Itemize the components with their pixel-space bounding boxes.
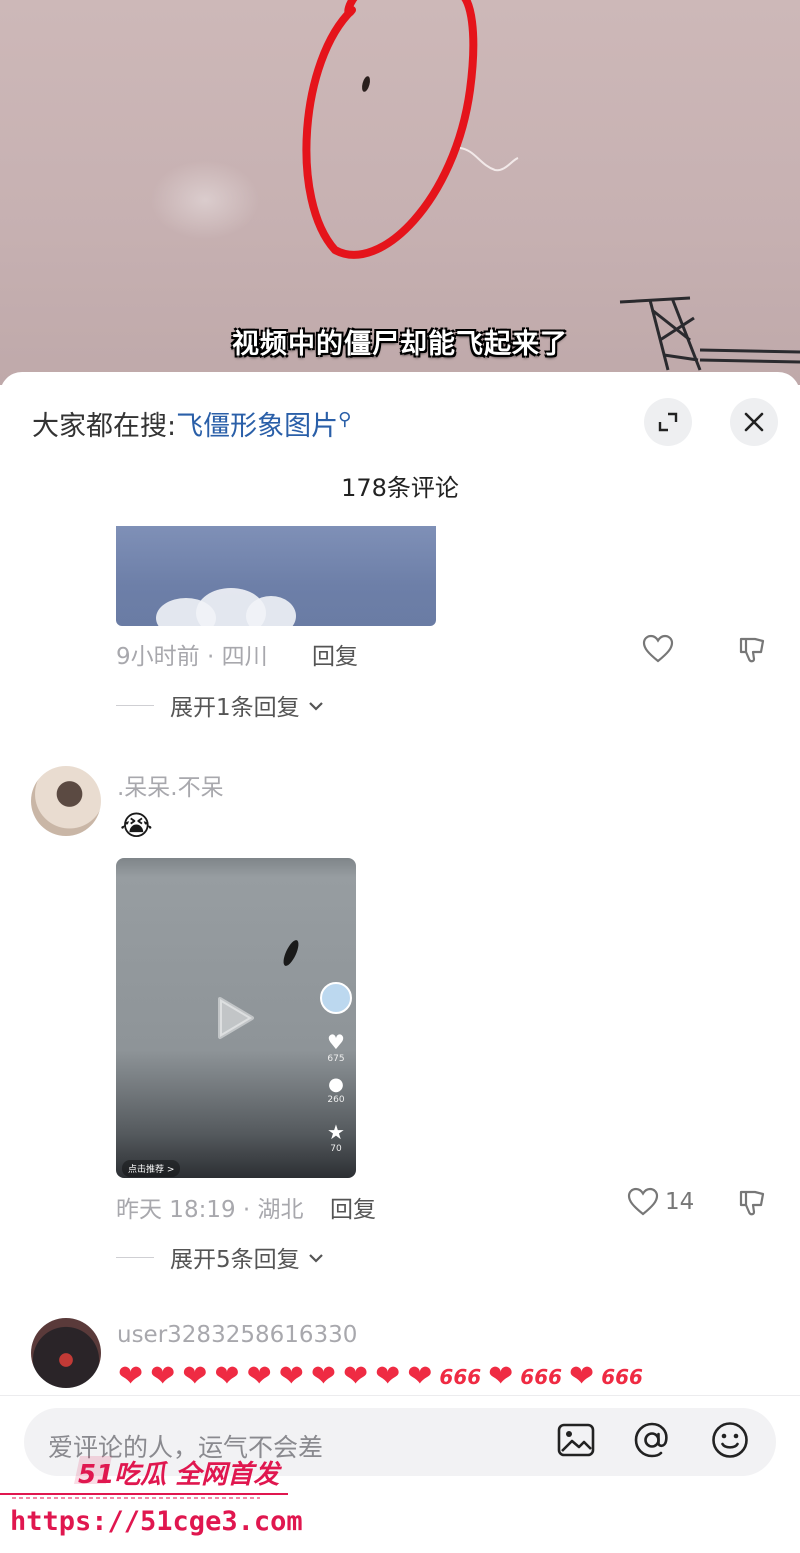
expand-icon xyxy=(658,412,678,432)
heart-emoji-icon: ❤ xyxy=(182,1359,208,1394)
crying-laugh-emoji: 😭 xyxy=(120,809,153,842)
comment-meta: 9小时前 · 四川 xyxy=(116,644,268,670)
emoji-666: 666 xyxy=(601,1365,643,1389)
divider-line xyxy=(116,1256,154,1258)
chevron-down-icon xyxy=(308,692,324,718)
recommend-label: 点击推荐 > xyxy=(122,1160,181,1177)
heart-emoji-icon: ❤ xyxy=(488,1359,514,1394)
close-icon xyxy=(744,412,764,432)
search-keyword-link[interactable]: 飞僵形象图片 xyxy=(176,411,338,442)
flying-object xyxy=(362,76,370,92)
white-thread xyxy=(459,147,519,172)
image-icon xyxy=(557,1423,595,1457)
comment-content: ❤ ❤ ❤ ❤ ❤ ❤ ❤ ❤ ❤ ❤ 666 ❤ 666 ❤ 666 xyxy=(118,1362,643,1392)
avatar[interactable] xyxy=(31,766,101,836)
emoji-666: 666 xyxy=(439,1365,482,1389)
mention-button[interactable] xyxy=(632,1420,672,1464)
heart-emoji-icon: ❤ xyxy=(278,1359,304,1394)
watermark: 51吃瓜 全网首发 https://51cge3.com xyxy=(0,1450,303,1553)
search-icon: ⚲ xyxy=(338,409,352,430)
heart-outline-icon xyxy=(627,1187,659,1216)
reply-button[interactable]: 回复 xyxy=(312,637,358,671)
expand-replies-button[interactable]: 展开1条回复 xyxy=(116,688,324,722)
thumb-down-icon xyxy=(739,637,765,663)
like-count: 14 xyxy=(665,1189,695,1215)
comment-username[interactable]: .呆呆.不呆 xyxy=(117,768,224,802)
avatar[interactable] xyxy=(31,1318,101,1388)
comment-image[interactable] xyxy=(116,526,436,626)
expand-replies-button[interactable]: 展开5条回复 xyxy=(116,1240,324,1274)
comment-video-thumbnail[interactable]: ♥ 675 ● 260 ★ 70 点击推荐 > xyxy=(116,858,356,1178)
emoji-button[interactable] xyxy=(710,1420,750,1464)
thumb-down-icon xyxy=(739,1190,765,1216)
watermark-url: https://51cge3.com xyxy=(10,1506,303,1537)
comment-bubble-icon: ● xyxy=(328,1074,344,1095)
heart-emoji-icon: ❤ xyxy=(246,1359,272,1394)
like-button[interactable]: 14 xyxy=(627,1187,694,1217)
comment-meta: 昨天 18:19 · 湖北 xyxy=(116,1197,304,1223)
chevron-down-icon xyxy=(308,1244,324,1270)
red-circle-mark xyxy=(302,0,478,259)
video-favorite-count: 70 xyxy=(330,1144,342,1154)
emoji-666: 666 xyxy=(520,1365,563,1389)
video-comment-stat: ● 260 xyxy=(318,1074,354,1105)
heart-emoji-icon: ❤ xyxy=(342,1359,369,1394)
heart-emoji-icon: ❤ xyxy=(375,1359,401,1394)
heart-emoji-icon: ❤ xyxy=(569,1359,595,1394)
comment-sheet: 大家都在搜:飞僵形象图片⚲ 178条评论 9小时前 · 四川 回复 展开1条回复 xyxy=(0,372,800,1553)
dislike-button[interactable] xyxy=(737,1188,767,1222)
expand-replies-label: 展开5条回复 xyxy=(170,1247,300,1273)
reply-button[interactable]: 回复 xyxy=(330,1190,376,1224)
video-player[interactable]: 视频中的僵尸却能飞起来了 xyxy=(0,0,800,385)
search-prefix: 大家都在搜: xyxy=(32,411,177,442)
star-icon: ★ xyxy=(327,1120,345,1144)
divider-line xyxy=(116,704,154,706)
heart-emoji-icon: ❤ xyxy=(310,1359,336,1394)
search-suggestion[interactable]: 大家都在搜:飞僵形象图片⚲ xyxy=(32,404,351,443)
video-like-count: 675 xyxy=(327,1054,345,1064)
video-like-stat: ♥ 675 xyxy=(318,1030,354,1064)
video-comment-count: 260 xyxy=(327,1095,345,1105)
comment-count-title: 178条评论 xyxy=(341,474,459,502)
heart-emoji-icon: ❤ xyxy=(407,1359,433,1394)
creator-avatar-icon xyxy=(318,982,354,1014)
close-button[interactable] xyxy=(730,398,778,446)
watermark-brand: 51吃瓜 全网首发 xyxy=(78,1460,280,1490)
image-picker-button[interactable] xyxy=(556,1420,596,1464)
like-button[interactable] xyxy=(642,634,674,664)
video-favorite-stat: ★ 70 xyxy=(318,1120,354,1154)
heart-emoji-icon: ❤ xyxy=(214,1359,240,1394)
play-icon xyxy=(218,997,254,1039)
heart-icon: ♥ xyxy=(327,1030,345,1054)
comment-username[interactable]: user3283258616330 xyxy=(117,1322,357,1348)
at-sign-icon xyxy=(634,1422,668,1458)
heart-outline-icon xyxy=(642,634,674,663)
heart-emoji-icon: ❤ xyxy=(150,1359,176,1394)
expand-replies-label: 展开1条回复 xyxy=(170,695,300,721)
heart-emoji-icon: ❤ xyxy=(118,1359,144,1394)
dislike-button[interactable] xyxy=(737,635,767,669)
smiley-icon xyxy=(712,1422,748,1458)
video-subtitle: 视频中的僵尸却能飞起来了 xyxy=(232,329,568,360)
expand-button[interactable] xyxy=(644,398,692,446)
